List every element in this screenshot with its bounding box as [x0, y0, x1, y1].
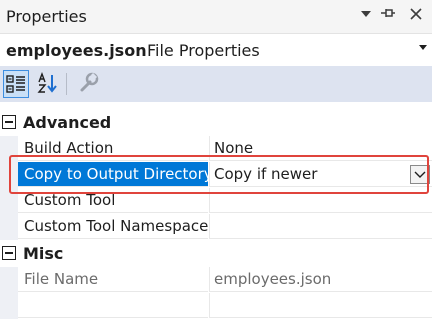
property-value[interactable]: [209, 188, 432, 213]
property-pages-button[interactable]: [76, 70, 102, 98]
property-row-partial: [0, 293, 432, 319]
chevron-down-icon[interactable]: [418, 43, 428, 54]
row-gutter: [0, 188, 18, 214]
property-row-build-action[interactable]: Build Action None: [0, 136, 432, 162]
property-name: File Name: [18, 267, 208, 292]
object-name: employees.json: [6, 41, 147, 60]
object-selector[interactable]: employees.json File Properties: [0, 34, 432, 66]
property-name: Custom Tool Namespace: [18, 214, 208, 239]
panel-title: Properties: [6, 7, 87, 26]
property-row-custom-tool[interactable]: Custom Tool: [0, 188, 432, 214]
property-row-file-name[interactable]: File Name employees.json: [0, 267, 432, 293]
selected-value: Copy if newer: [214, 165, 318, 183]
toolbar-separator: [66, 73, 67, 95]
row-gutter: [0, 267, 18, 293]
collapse-toggle-icon[interactable]: [2, 115, 16, 129]
property-pages-wrench-icon: [76, 72, 100, 100]
property-row-copy-to-output-directory[interactable]: Copy to Output Directory Copy if newer: [0, 162, 432, 188]
auto-hide-pin-icon[interactable]: [380, 4, 396, 28]
row-gutter: [0, 136, 18, 162]
property-value: [209, 293, 432, 318]
alphabetical-button[interactable]: [36, 70, 62, 98]
row-gutter: [0, 293, 18, 319]
property-row-custom-tool-namespace[interactable]: Custom Tool Namespace: [0, 214, 432, 240]
properties-title-bar: Properties: [0, 0, 432, 34]
row-gutter: [0, 162, 18, 188]
property-name: Copy to Output Directory: [18, 162, 208, 187]
object-kind: File Properties: [147, 41, 260, 60]
category-label: Advanced: [23, 113, 112, 132]
property-value: employees.json: [209, 267, 432, 292]
property-value[interactable]: [209, 214, 432, 239]
category-misc[interactable]: Misc: [0, 241, 432, 267]
category-label: Misc: [23, 244, 64, 263]
window-position-dropdown-icon[interactable]: [360, 4, 372, 28]
property-name: Custom Tool: [18, 188, 208, 213]
categorized-button[interactable]: [3, 70, 29, 98]
categorized-icon: [4, 75, 28, 101]
dropdown-button[interactable]: [410, 165, 430, 184]
property-name: [18, 293, 208, 318]
copy-to-output-select[interactable]: Copy if newer: [209, 162, 432, 187]
properties-toolbar: [0, 66, 432, 102]
category-advanced[interactable]: Advanced: [0, 110, 432, 136]
chevron-down-icon: [414, 171, 426, 178]
property-value[interactable]: None: [209, 136, 432, 161]
row-gutter: [0, 214, 18, 240]
collapse-toggle-icon[interactable]: [2, 246, 16, 260]
close-icon[interactable]: [410, 4, 422, 28]
alphabetical-icon: [36, 72, 60, 100]
property-name: Build Action: [18, 136, 208, 161]
